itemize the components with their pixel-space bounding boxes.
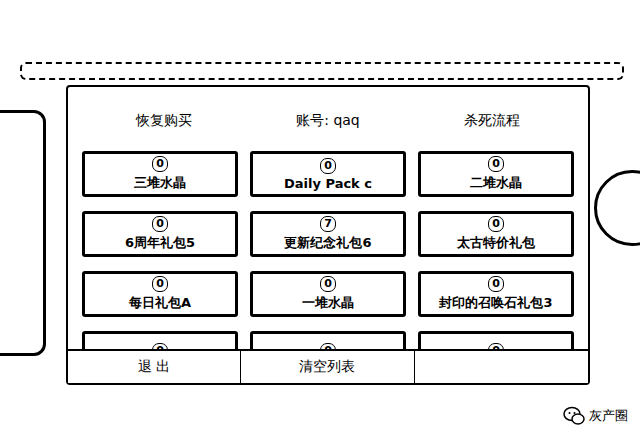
- item-card[interactable]: 0 封印的召唤石礼包3: [418, 271, 574, 317]
- restore-purchase-button[interactable]: 恢复购买: [82, 112, 246, 130]
- item-count: 0: [320, 276, 336, 292]
- item-label: 每日礼包A: [129, 294, 191, 312]
- footer-button[interactable]: 退 出: [68, 351, 241, 383]
- game-screen: 恢复购买 账号: qaq 杀死流程 0 三堆水晶0 Daily Pack c0 …: [0, 0, 640, 436]
- item-label: 更新纪念礼包6: [284, 234, 371, 252]
- item-count: 0: [320, 158, 336, 174]
- kill-process-button[interactable]: 杀死流程: [410, 112, 574, 130]
- account-label: 账号: qaq: [246, 112, 410, 130]
- item-list: 0 三堆水晶0 Daily Pack c0 二堆水晶0 6周年礼包57 更新纪念…: [68, 145, 588, 349]
- item-count: 0: [152, 156, 168, 172]
- item-card[interactable]: 0: [418, 331, 574, 349]
- item-card[interactable]: 0 每日礼包A: [82, 271, 238, 317]
- item-count: 0: [488, 276, 504, 292]
- item-label: 封印的召唤石礼包3: [439, 294, 552, 312]
- item-card[interactable]: 0 一堆水晶: [250, 271, 406, 317]
- footer-empty-cell: [415, 351, 588, 383]
- item-label: 太古特价礼包: [457, 234, 535, 252]
- item-label: 6周年礼包5: [125, 234, 195, 252]
- item-label: 二堆水晶: [470, 174, 522, 192]
- item-count: 0: [488, 216, 504, 232]
- wechat-icon: [563, 406, 585, 426]
- footer-button[interactable]: 清空列表: [241, 351, 414, 383]
- item-card[interactable]: 0 6周年礼包5: [82, 211, 238, 257]
- item-label: 三堆水晶: [134, 174, 186, 192]
- script-panel: 恢复购买 账号: qaq 杀死流程 0 三堆水晶0 Daily Pack c0 …: [66, 85, 590, 385]
- game-side-button: [594, 170, 640, 246]
- item-card[interactable]: 7 更新纪念礼包6: [250, 211, 406, 257]
- item-card[interactable]: 0 三堆水晶: [82, 151, 238, 197]
- item-card[interactable]: 0 太古特价礼包: [418, 211, 574, 257]
- item-card[interactable]: 0 Daily Pack c: [250, 151, 406, 197]
- item-card[interactable]: 0: [82, 331, 238, 349]
- panel-header: 恢复购买 账号: qaq 杀死流程: [68, 87, 588, 145]
- game-side-frame: [0, 110, 46, 356]
- panel-footer: 退 出清空列表: [68, 349, 588, 383]
- item-count: 7: [320, 216, 336, 232]
- item-count: 0: [152, 216, 168, 232]
- item-count: 0: [488, 156, 504, 172]
- item-card[interactable]: 0: [250, 331, 406, 349]
- item-label: 一堆水晶: [302, 294, 354, 312]
- item-count: 0: [152, 276, 168, 292]
- item-label: Daily Pack c: [284, 176, 372, 191]
- item-card[interactable]: 0 二堆水晶: [418, 151, 574, 197]
- game-top-frame: [20, 62, 624, 80]
- watermark: 灰产圈: [559, 404, 632, 428]
